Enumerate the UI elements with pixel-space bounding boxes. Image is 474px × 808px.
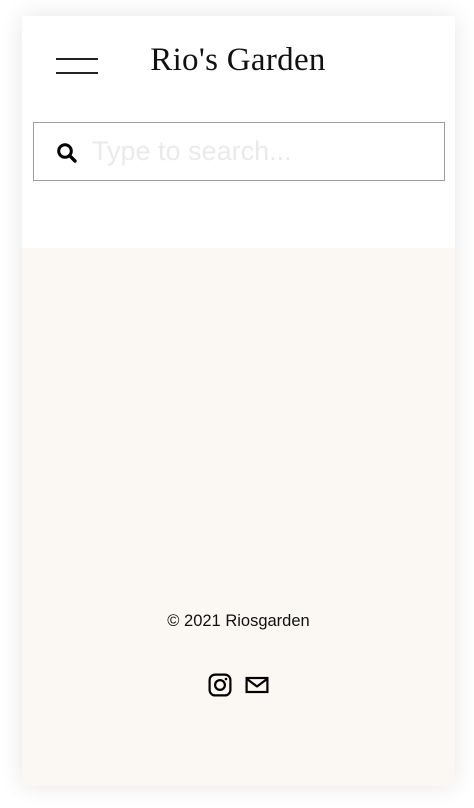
search-box[interactable] bbox=[33, 122, 445, 181]
search-icon[interactable] bbox=[56, 142, 78, 164]
hamburger-menu-icon[interactable] bbox=[56, 56, 98, 76]
content-area bbox=[22, 248, 455, 786]
mobile-page: Rio's Garden © 2021 Riosgarden bbox=[22, 16, 455, 786]
site-title[interactable]: Rio's Garden bbox=[122, 38, 354, 82]
site-header: Rio's Garden bbox=[22, 16, 455, 248]
search-input[interactable] bbox=[92, 131, 432, 171]
menu-line-top bbox=[56, 58, 98, 60]
mail-icon[interactable] bbox=[245, 673, 269, 697]
social-links bbox=[208, 673, 272, 699]
instagram-icon[interactable] bbox=[208, 673, 232, 697]
menu-line-bottom bbox=[56, 72, 98, 74]
copyright-text: © 2021 Riosgarden bbox=[167, 612, 310, 630]
